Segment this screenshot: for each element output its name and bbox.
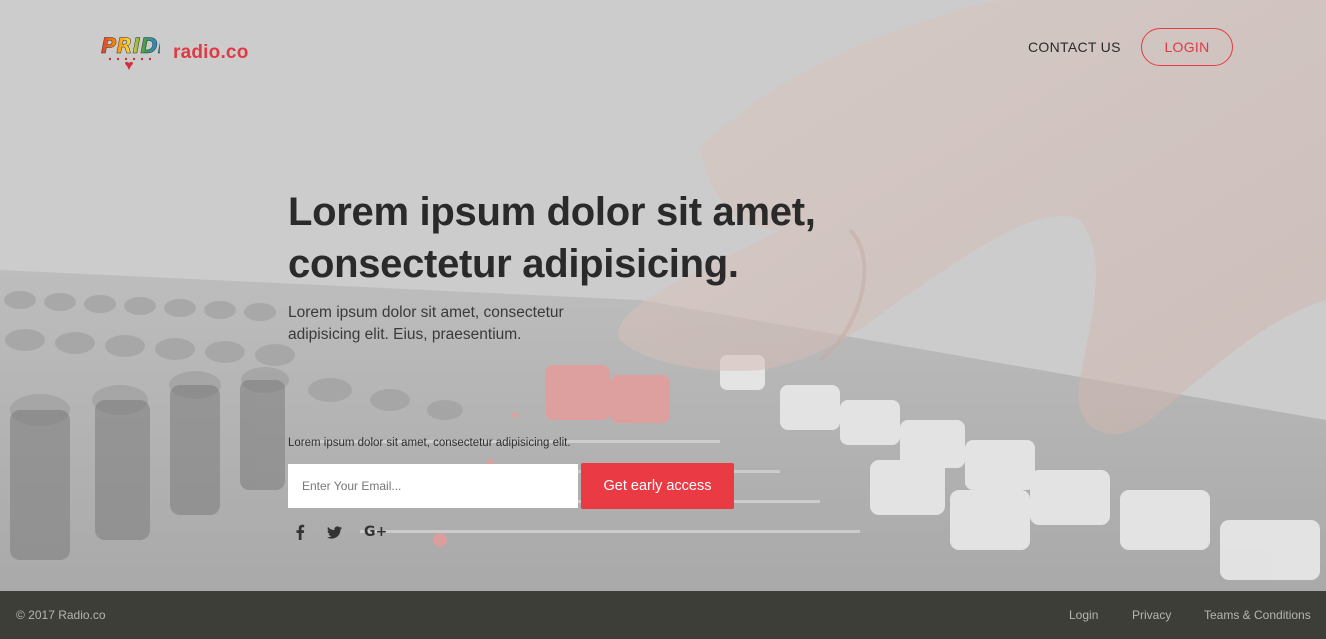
hero-headline-line1: Lorem ipsum dolor sit amet, [288,190,816,234]
footer-link-login[interactable]: Login [1069,608,1098,622]
get-early-access-button[interactable]: Get early access [581,463,734,509]
twitter-icon[interactable] [327,525,342,539]
footer-link-terms[interactable]: Teams & Conditions [1204,608,1311,622]
footer: © 2017 Radio.co Login Privacy Teams & Co… [0,591,1326,639]
footer-copyright: © 2017 Radio.co [16,608,106,622]
footer-link-privacy[interactable]: Privacy [1132,608,1171,622]
hero-subtitle-line1: Lorem ipsum dolor sit amet, consectetur [288,304,564,321]
brand-name: radio.co [173,42,249,63]
google-plus-icon[interactable]: G+ [364,524,387,540]
signup-note: Lorem ipsum dolor sit amet, consectetur … [288,437,571,449]
social-links: G+ [295,524,409,540]
hero-subtitle: Lorem ipsum dolor sit amet, consectetur … [288,302,598,346]
email-input[interactable] [288,464,578,508]
brand[interactable]: PRIDE radio.co [100,30,249,76]
hero-subtitle-line2: adipisicing elit. Eius, praesentium. [288,326,522,343]
nav-login-button[interactable]: LOGIN [1141,28,1233,66]
nav-contact-us[interactable]: CONTACT US [1028,39,1121,55]
svg-text:PRIDE: PRIDE [101,34,160,58]
hero-headline: Lorem ipsum dolor sit amet, consectetur … [288,186,848,290]
pride-radio-logo: PRIDE [100,30,173,76]
facebook-icon[interactable] [295,524,305,540]
hero-headline-line2: consectetur adipisicing. [288,242,739,286]
